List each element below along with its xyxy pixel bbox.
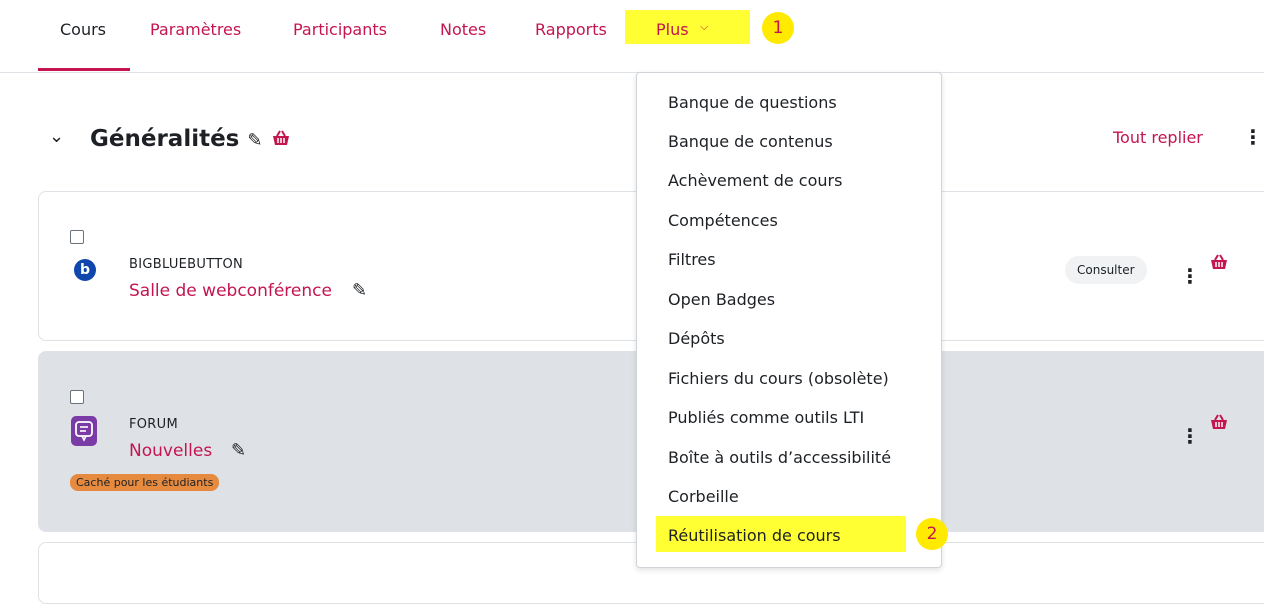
tab-parametres[interactable]: Paramètres [150,20,241,39]
tab-participants[interactable]: Participants [293,20,387,39]
edit-pencil-icon[interactable]: ✎ [231,440,246,461]
plus-dropdown-menu: Banque de questions Banque de contenus A… [636,72,942,568]
menu-item-fichiers-du-cours[interactable]: Fichiers du cours (obsolète) [668,369,889,388]
menu-item-reutilisation-de-cours[interactable]: Réutilisation de cours [668,526,841,545]
section-title-text: Généralités [90,126,240,152]
menu-item-banque-de-questions[interactable]: Banque de questions [668,93,837,112]
collapse-all-link[interactable]: Tout replier [1113,128,1203,147]
tab-rapports[interactable]: Rapports [535,20,607,39]
tab-plus[interactable]: Plus [656,20,689,39]
activity-name-link[interactable]: Salle de webconférence [129,281,332,301]
hidden-from-students-badge: Caché pour les étudiants [70,474,220,491]
menu-item-accessibilite[interactable]: Boîte à outils d’accessibilité [668,448,891,467]
chevron-down-icon[interactable]: ⌵ [700,20,708,34]
activity-actions-kebab-icon[interactable]: ⋮ [1180,264,1200,288]
activity-name-link[interactable]: Nouvelles [129,441,212,461]
activity-type: FORUM [129,417,178,432]
consult-button[interactable]: Consulter [1065,256,1147,284]
menu-item-filtres[interactable]: Filtres [668,250,716,269]
activity-actions-kebab-icon[interactable]: ⋮ [1180,424,1200,448]
activity-checkbox[interactable] [70,390,84,404]
activity-checkbox[interactable] [70,230,84,244]
menu-item-open-badges[interactable]: Open Badges [668,290,775,309]
edit-pencil-icon[interactable]: ✎ [352,280,367,301]
active-tab-indicator [38,68,130,71]
bigbluebutton-icon: b [74,259,96,281]
section-actions-kebab-icon[interactable]: ⋮ [1243,125,1263,149]
tab-cours[interactable]: Cours [60,20,106,39]
menu-item-achevement-de-cours[interactable]: Achèvement de cours [668,171,842,190]
section-title: Généralités ✎ [90,126,291,152]
basket-icon[interactable] [271,130,291,150]
edit-pencil-icon[interactable]: ✎ [247,130,262,151]
menu-item-publies-lti[interactable]: Publiés comme outils LTI [668,408,864,427]
menu-item-depots[interactable]: Dépôts [668,329,725,348]
tab-notes[interactable]: Notes [440,20,486,39]
menu-item-banque-de-contenus[interactable]: Banque de contenus [668,132,833,151]
step-marker-2: 2 [916,518,948,550]
collapse-section-icon[interactable]: ⌄ [49,126,64,147]
menu-item-corbeille[interactable]: Corbeille [668,487,739,506]
basket-icon[interactable] [1209,254,1229,274]
forum-icon [71,416,97,446]
activity-type: BIGBLUEBUTTON [129,257,244,272]
menu-item-competences[interactable]: Compétences [668,211,778,230]
step-marker-1: 1 [762,12,794,44]
basket-icon[interactable] [1209,414,1229,434]
